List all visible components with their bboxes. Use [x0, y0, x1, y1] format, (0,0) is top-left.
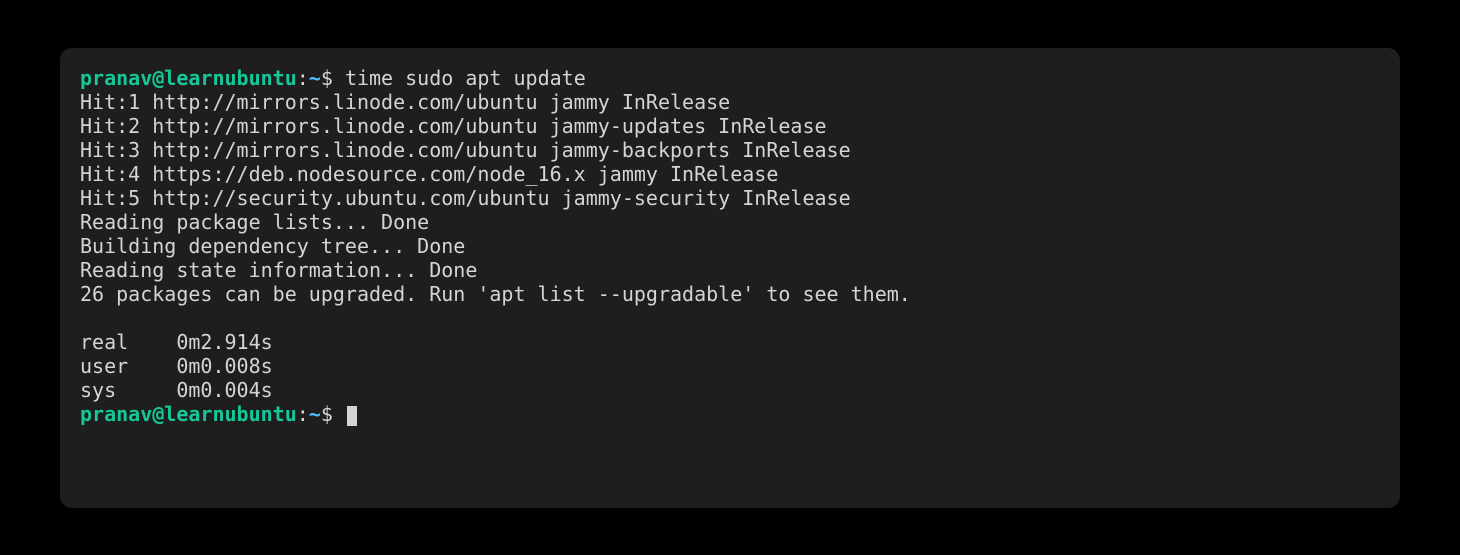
prompt-path: ~	[309, 66, 321, 90]
output-line: Building dependency tree... Done	[80, 234, 465, 258]
output-line: Hit:1 http://mirrors.linode.com/ubuntu j…	[80, 90, 730, 114]
time-real: real 0m2.914s	[80, 330, 273, 354]
terminal-content: pranav@learnubuntu:~$ time sudo apt upda…	[80, 66, 1380, 426]
prompt-user-host: pranav@learnubuntu	[80, 66, 297, 90]
time-user: user 0m0.008s	[80, 354, 273, 378]
output-line: Reading state information... Done	[80, 258, 477, 282]
prompt-colon: :	[297, 66, 309, 90]
command-text: time sudo apt update	[345, 66, 586, 90]
prompt-dollar: $	[321, 402, 345, 426]
prompt-dollar: $	[321, 66, 345, 90]
time-sys: sys 0m0.004s	[80, 378, 273, 402]
output-line: Hit:5 http://security.ubuntu.com/ubuntu …	[80, 186, 851, 210]
output-line: Hit:3 http://mirrors.linode.com/ubuntu j…	[80, 138, 851, 162]
output-line: Hit:4 https://deb.nodesource.com/node_16…	[80, 162, 778, 186]
prompt-user-host: pranav@learnubuntu	[80, 402, 297, 426]
cursor[interactable]	[347, 406, 357, 426]
prompt-path: ~	[309, 402, 321, 426]
output-line: Hit:2 http://mirrors.linode.com/ubuntu j…	[80, 114, 827, 138]
terminal-window[interactable]: pranav@learnubuntu:~$ time sudo apt upda…	[60, 48, 1400, 508]
prompt-colon: :	[297, 402, 309, 426]
output-line: Reading package lists... Done	[80, 210, 429, 234]
output-line: 26 packages can be upgraded. Run 'apt li…	[80, 282, 911, 306]
